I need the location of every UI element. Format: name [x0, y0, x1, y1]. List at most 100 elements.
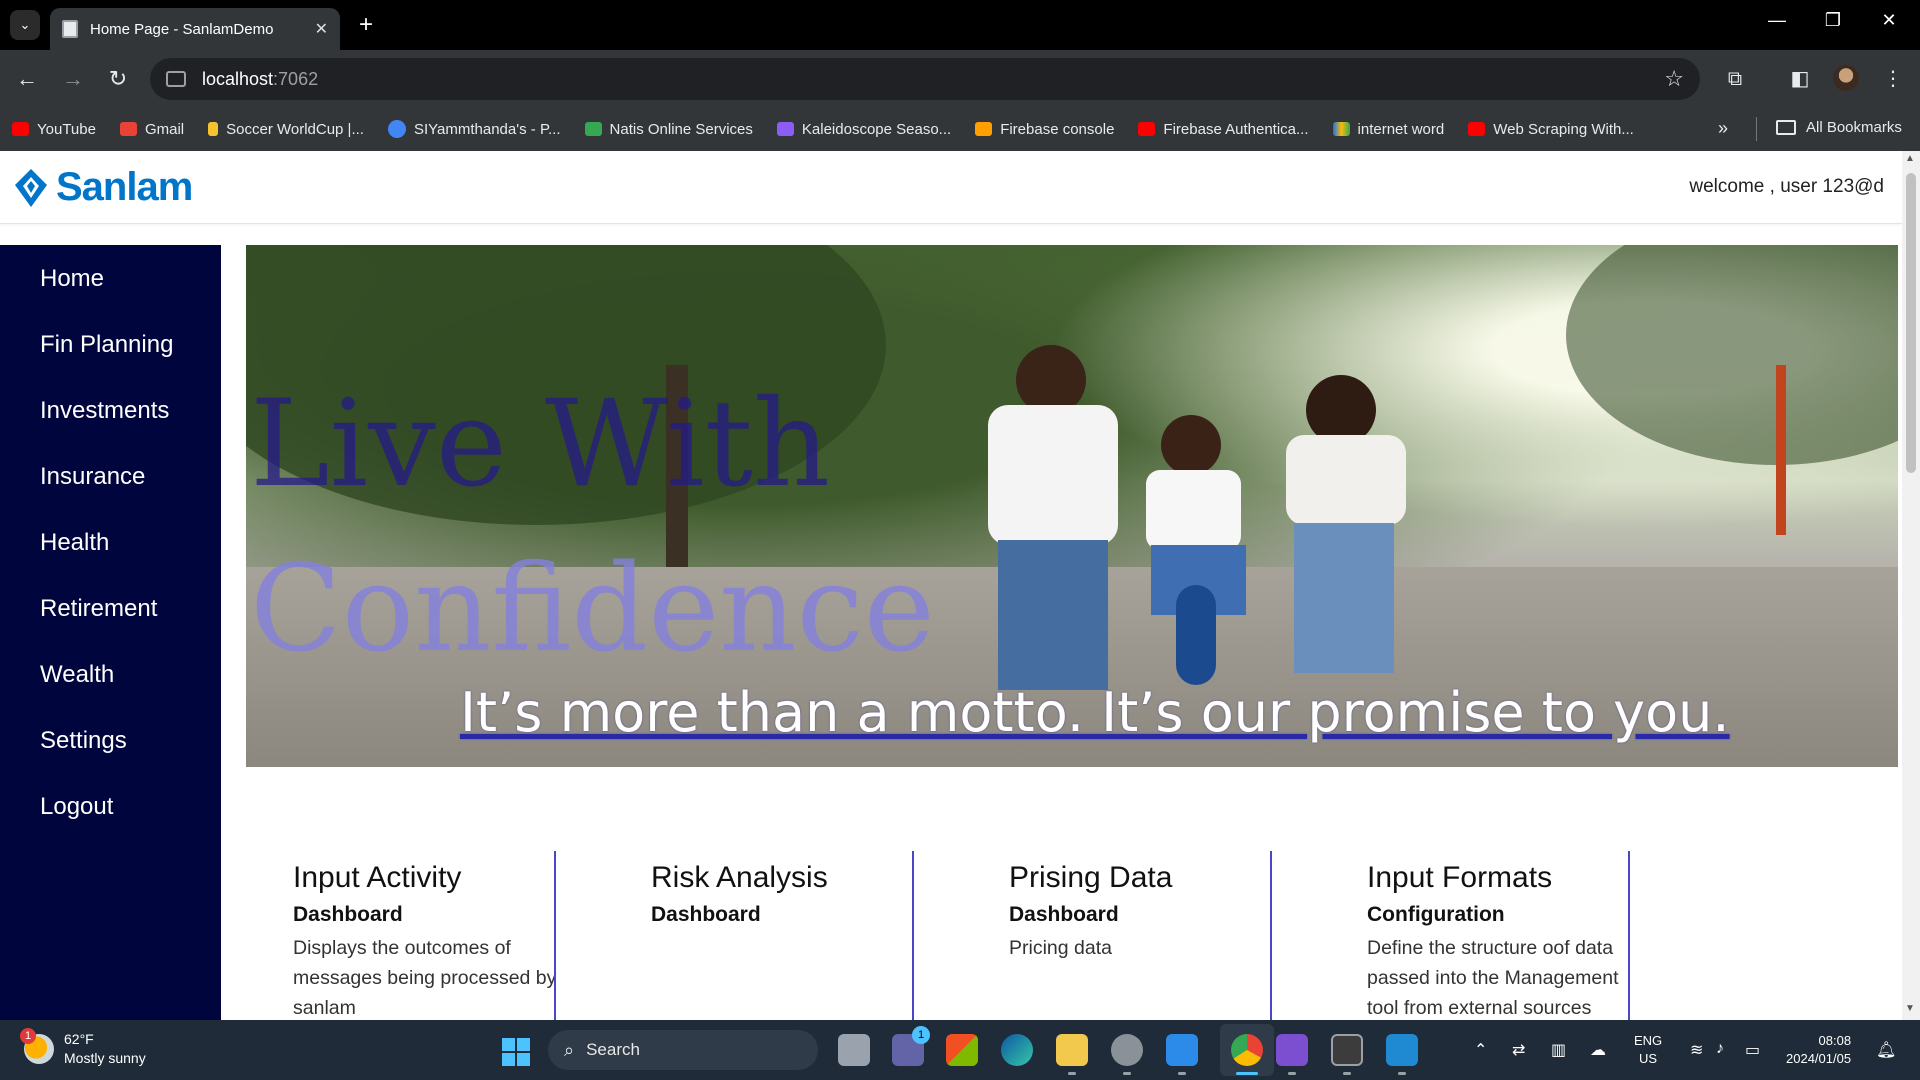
all-bookmarks-button[interactable]: All Bookmarks	[1776, 119, 1902, 136]
visual-studio-icon[interactable]	[1276, 1034, 1308, 1066]
bookmark-item[interactable]: Web Scraping With...	[1468, 121, 1634, 138]
vscode-icon[interactable]	[1386, 1034, 1418, 1066]
sanlam-logo[interactable]: Sanlam	[14, 165, 193, 210]
site-header: Sanlam welcome , user 123@d	[0, 151, 1902, 224]
sidebar-item-investments[interactable]: Investments	[40, 397, 169, 425]
sidebar-item-fin-planning[interactable]: Fin Planning	[40, 331, 173, 359]
bookmark-item[interactable]: Kaleidoscope Seaso...	[776, 121, 951, 138]
url-host: localhost	[202, 68, 274, 89]
card-risk-analysis[interactable]: Risk Analysis Dashboard	[604, 851, 884, 1020]
back-icon[interactable]: ←	[12, 64, 42, 94]
sidebar-item-settings[interactable]: Settings	[40, 727, 127, 755]
taskbar-search[interactable]: ⌕ Search	[548, 1030, 818, 1070]
card-prising-data[interactable]: Prising Data Dashboard Pricing data	[962, 851, 1242, 1020]
scroll-up-icon[interactable]: ▲	[1905, 153, 1915, 164]
task-view-icon[interactable]	[838, 1034, 870, 1066]
bookmark-item[interactable]: YouTube	[12, 121, 96, 138]
restore-icon[interactable]: ❐	[1810, 10, 1856, 31]
sidebar-item-insurance[interactable]: Insurance	[40, 463, 145, 491]
bookmarks-divider	[1756, 117, 1757, 141]
card-input-formats[interactable]: Input Formats Configuration Define the s…	[1320, 851, 1619, 1020]
photos-icon[interactable]	[1166, 1034, 1198, 1066]
side-panel-icon[interactable]: ◧	[1785, 64, 1815, 94]
onedrive-warning-icon[interactable]: ☁	[1590, 1040, 1606, 1060]
sidebar-item-health[interactable]: Health	[40, 529, 109, 557]
running-indicator	[1123, 1072, 1131, 1075]
brand-name: Sanlam	[56, 165, 193, 209]
card-title: Input Activity	[293, 861, 462, 894]
weather-desc: Mostly sunny	[64, 1050, 146, 1066]
teams-badge: 1	[912, 1026, 930, 1044]
teams-icon[interactable]: 1	[892, 1026, 930, 1066]
browser-tab[interactable]: Home Page - SanlamDemo ✕	[50, 8, 340, 50]
new-tab-button[interactable]: +	[352, 12, 380, 40]
wifi-icon[interactable]: ≋	[1690, 1040, 1703, 1060]
performance-icon[interactable]: ▥	[1551, 1040, 1566, 1060]
forward-icon[interactable]: →	[58, 64, 88, 94]
weather-widget[interactable]: 1 62°F Mostly sunny	[20, 1028, 146, 1068]
bookmark-label: YouTube	[37, 120, 96, 138]
site-info-icon[interactable]	[166, 71, 186, 87]
windows-start-icon[interactable]	[502, 1038, 530, 1066]
sidebar-item-wealth[interactable]: Wealth	[40, 661, 114, 689]
chrome-icon[interactable]	[1231, 1034, 1263, 1066]
menu-kebab-icon[interactable]: ⋮	[1878, 64, 1908, 94]
close-window-icon[interactable]: ✕	[1866, 10, 1912, 31]
sidebar-item-retirement[interactable]: Retirement	[40, 595, 157, 623]
profile-avatar[interactable]	[1833, 65, 1859, 91]
folder-icon	[1776, 120, 1796, 135]
bookmark-item[interactable]: Gmail	[119, 121, 184, 138]
extensions-icon[interactable]: ⧉	[1720, 64, 1750, 94]
input-language[interactable]: ENG US	[1634, 1032, 1662, 1068]
welcome-message: welcome , user 123@d	[1689, 176, 1884, 197]
bookmark-label: Natis Online Services	[609, 120, 753, 138]
close-tab-icon[interactable]: ✕	[315, 19, 328, 39]
reload-icon[interactable]: ↻	[103, 64, 133, 94]
sidebar-item-home[interactable]: Home	[40, 265, 104, 293]
running-indicator	[1343, 1072, 1351, 1075]
settings-gear-icon[interactable]	[1111, 1034, 1143, 1066]
browser-tab-bar: ⌄ Home Page - SanlamDemo ✕ + — ❐ ✕	[0, 0, 1920, 50]
card-title: Input Formats	[1367, 861, 1553, 894]
card-subtitle: Dashboard	[651, 903, 761, 926]
hero-motto-link[interactable]: It’s more than a motto. It’s our promise…	[460, 681, 1730, 744]
bookmark-label: internet word	[1357, 120, 1445, 138]
clock[interactable]: 08:08 2024/01/05	[1786, 1032, 1851, 1068]
tab-title: Home Page - SanlamDemo	[90, 20, 274, 38]
bookmark-star-icon[interactable]: ☆	[1664, 66, 1684, 92]
bookmark-item[interactable]: Soccer WorldCup |...	[208, 121, 364, 138]
sidebar-item-logout[interactable]: Logout	[40, 793, 113, 821]
bookmark-item[interactable]: Firebase Authentica...	[1138, 121, 1309, 138]
weather-temp: 62°F	[64, 1031, 94, 1047]
volume-icon[interactable]: ♪	[1716, 1040, 1724, 1058]
clock-date: 2024/01/05	[1786, 1051, 1852, 1066]
youtube-icon	[1468, 122, 1486, 136]
bookmark-item[interactable]: Natis Online Services	[584, 120, 753, 138]
card-input-activity[interactable]: Input Activity Dashboard Displays the ou…	[246, 851, 556, 1020]
firebase-icon	[975, 122, 993, 136]
store-icon[interactable]	[946, 1034, 978, 1066]
card-divider	[1270, 851, 1272, 1020]
show-hidden-icons-icon[interactable]: ⌃	[1474, 1040, 1487, 1060]
address-bar[interactable]: localhost :7062 ☆	[150, 58, 1700, 100]
bookmark-item[interactable]: Firebase console	[975, 121, 1114, 138]
page-scrollbar[interactable]: ▲ ▼	[1902, 151, 1920, 1020]
page-icon	[62, 20, 78, 38]
card-description: Define the structure oof data passed int…	[1367, 937, 1619, 1019]
bookmark-item[interactable]: SIYammthanda's - P...	[387, 120, 561, 138]
clock-time: 08:08	[1818, 1033, 1852, 1048]
scroll-down-icon[interactable]: ▼	[1905, 1003, 1915, 1014]
terminal-icon[interactable]	[1331, 1034, 1363, 1066]
card-description: Displays the outcomes of messages being …	[293, 937, 557, 1019]
tab-search-chevron-icon[interactable]: ⌄	[10, 10, 40, 40]
notification-bell-icon[interactable]: 🔔︎	[1876, 1040, 1896, 1060]
scroll-thumb[interactable]	[1906, 173, 1916, 473]
more-bookmarks-icon[interactable]: »	[1718, 118, 1728, 139]
network-adapter-icon[interactable]: ⇄	[1512, 1040, 1525, 1060]
youtube-icon	[1138, 122, 1156, 136]
edge-icon[interactable]	[1001, 1034, 1033, 1066]
bookmark-item[interactable]: internet word	[1332, 120, 1445, 138]
battery-icon[interactable]: ▭	[1745, 1040, 1760, 1060]
file-explorer-icon[interactable]	[1056, 1034, 1088, 1066]
minimize-icon[interactable]: —	[1754, 10, 1800, 31]
